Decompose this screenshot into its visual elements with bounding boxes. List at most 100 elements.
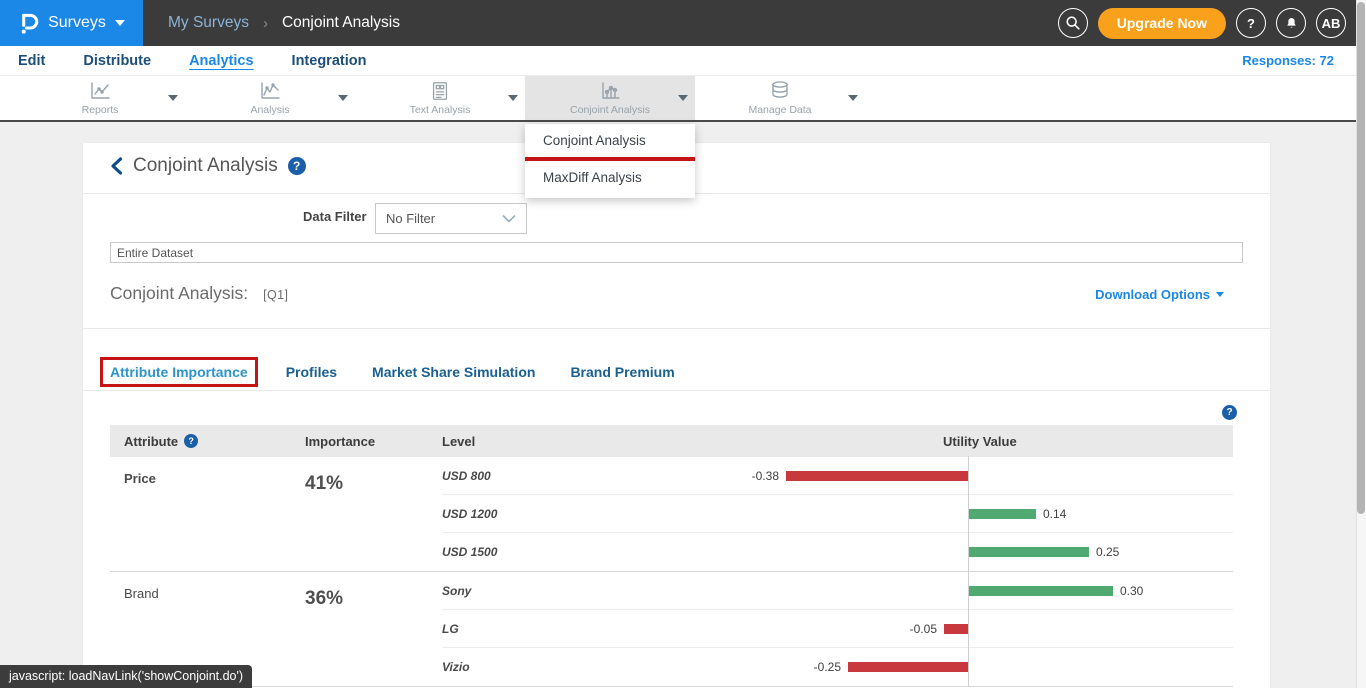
trend-chart-icon (258, 80, 282, 102)
analytics-toolbar: Reports Analysis Text Analysis Conjoint Ana… (0, 76, 1366, 122)
title-help-icon[interactable]: ? (288, 157, 306, 175)
toolbar-item-manage-data[interactable]: Manage Data (695, 76, 865, 120)
utility-bar-chart: -0.38 (740, 457, 1233, 494)
chevron-down-icon (115, 20, 125, 26)
dropdown-item-maxdiff-analysis[interactable]: MaxDiff Analysis (525, 161, 695, 194)
utility-bar (969, 547, 1089, 557)
level-row-sony: Sony0.30 (442, 572, 1233, 610)
level-name: USD 800 (442, 469, 740, 483)
levels-list: Sony0.30LG-0.05Vizio-0.25 (442, 572, 1233, 686)
column-header-level: Level (442, 434, 740, 449)
utility-bar (969, 586, 1113, 596)
dropdown-caret-icon[interactable] (678, 95, 688, 101)
zero-axis-line (968, 609, 969, 648)
toolbar-item-label: Analysis (250, 104, 289, 116)
attribute-header-label: Attribute (124, 434, 178, 449)
nav-item-analytics[interactable]: Analytics (189, 53, 253, 69)
level-name: Vizio (442, 660, 740, 674)
nav-tabs: Edit Distribute Analytics Integration (18, 53, 366, 69)
nav-item-distribute[interactable]: Distribute (83, 53, 151, 69)
report-tabs: Attribute Importance Profiles Market Share… (100, 357, 710, 387)
scrollbar-thumb[interactable] (1357, 2, 1365, 514)
tab-market-share-simulation[interactable]: Market Share Simulation (372, 364, 535, 380)
app-menu-label: Surveys (48, 14, 106, 32)
download-options-button[interactable]: Download Options (1095, 287, 1224, 302)
toolbar-item-label: Reports (82, 104, 119, 116)
nav-item-integration[interactable]: Integration (292, 53, 367, 69)
responses-count[interactable]: Responses: 72 (1242, 53, 1334, 68)
search-button[interactable] (1058, 8, 1088, 38)
document-icon (429, 80, 451, 102)
breadcrumb: My Surveys › Conjoint Analysis (168, 14, 400, 32)
level-row-usd-1200: USD 12000.14 (442, 495, 1233, 533)
question-reference: [Q1] (263, 288, 288, 302)
dropdown-caret-icon[interactable] (848, 95, 858, 101)
utility-bar-chart: 0.14 (740, 495, 1233, 532)
utility-bar (969, 509, 1036, 519)
column-header-utility-value: Utility Value (740, 434, 1233, 449)
table-body: Price41%USD 800-0.38USD 12000.14USD 1500… (110, 457, 1233, 687)
section-title: Conjoint Analysis: (110, 283, 248, 304)
level-row-usd-1500: USD 1500 0.25 (442, 533, 1233, 571)
divider (83, 328, 1270, 329)
vertical-scrollbar[interactable] (1356, 0, 1366, 688)
tab-brand-premium[interactable]: Brand Premium (570, 364, 674, 380)
zero-axis-line (968, 647, 969, 687)
column-header-attribute: Attribute ? (110, 434, 305, 449)
dropdown-item-conjoint-analysis[interactable]: Conjoint Analysis (525, 124, 695, 157)
notifications-button[interactable] (1276, 8, 1306, 38)
attribute-importance-table: Attribute ? Importance Level Utility Val… (110, 425, 1233, 687)
utility-bar (944, 624, 968, 634)
upgrade-now-button[interactable]: Upgrade Now (1098, 8, 1226, 39)
levels-list: USD 800-0.38USD 12000.14USD 15000.25 (442, 457, 1233, 571)
toolbar-item-reports[interactable]: Reports (15, 76, 185, 120)
toolbar-item-label: Text Analysis (410, 104, 471, 116)
search-icon (1065, 15, 1081, 31)
toolbar-item-text-analysis[interactable]: Text Analysis (355, 76, 525, 120)
tab-attribute-importance[interactable]: Attribute Importance (100, 357, 258, 387)
utility-value-label: -0.05 (910, 622, 937, 636)
dropdown-caret-icon[interactable] (168, 95, 178, 101)
help-button[interactable]: ? (1236, 8, 1266, 38)
level-name: Sony (442, 584, 740, 598)
chevron-down-icon (502, 214, 516, 223)
zero-axis-line (968, 456, 969, 495)
back-chevron-icon[interactable] (110, 157, 123, 175)
link-status-bar: javascript: loadNavLink('showConjoint.do… (0, 665, 252, 688)
utility-bar (786, 471, 968, 481)
avatar[interactable]: AB (1316, 8, 1346, 38)
utility-value-label: -0.25 (814, 660, 841, 674)
toolbar-item-conjoint-analysis[interactable]: Conjoint Analysis (525, 76, 695, 120)
level-row-vizio: Vizio -0.25 (442, 648, 1233, 686)
utility-bar-chart: 0.30 (740, 572, 1233, 609)
importance-value: 36% (305, 572, 442, 686)
tab-profiles[interactable]: Profiles (286, 364, 337, 380)
level-name: USD 1500 (442, 545, 740, 559)
data-filter-select[interactable]: No Filter (375, 203, 527, 234)
bell-icon (1284, 15, 1299, 31)
dropdown-caret-icon[interactable] (338, 95, 348, 101)
content-card: Conjoint Analysis ? Data Filter No Filte… (83, 143, 1270, 688)
level-name: LG (442, 622, 740, 636)
breadcrumb-parent[interactable]: My Surveys (168, 14, 249, 32)
caret-down-icon (1216, 292, 1224, 297)
utility-bar-chart: -0.05 (740, 610, 1233, 647)
breadcrumb-separator-icon: › (263, 15, 268, 32)
dropdown-caret-icon[interactable] (508, 95, 518, 101)
attribute-name[interactable]: Price (110, 457, 305, 571)
level-name: USD 1200 (442, 507, 740, 521)
question-mark-icon: ? (1247, 16, 1255, 31)
table-header-row: Attribute ? Importance Level Utility Val… (110, 425, 1233, 457)
table-help-button[interactable]: ? (1222, 405, 1237, 420)
avatar-initials: AB (1322, 16, 1341, 31)
attribute-group-brand: Brand36%Sony0.30LG-0.05Vizio-0.25 (110, 572, 1233, 687)
nav-item-edit[interactable]: Edit (18, 53, 45, 69)
dataset-input[interactable] (110, 242, 1243, 263)
topbar-actions: Upgrade Now ? AB (1058, 8, 1346, 39)
data-filter-value: No Filter (386, 211, 435, 226)
attribute-group-price: Price41%USD 800-0.38USD 12000.14USD 1500… (110, 457, 1233, 572)
toolbar-item-analysis[interactable]: Analysis (185, 76, 355, 120)
utility-value-label: 0.25 (1096, 545, 1119, 559)
surveys-app-menu[interactable]: Surveys (0, 0, 143, 46)
attribute-help-icon[interactable]: ? (184, 434, 198, 448)
